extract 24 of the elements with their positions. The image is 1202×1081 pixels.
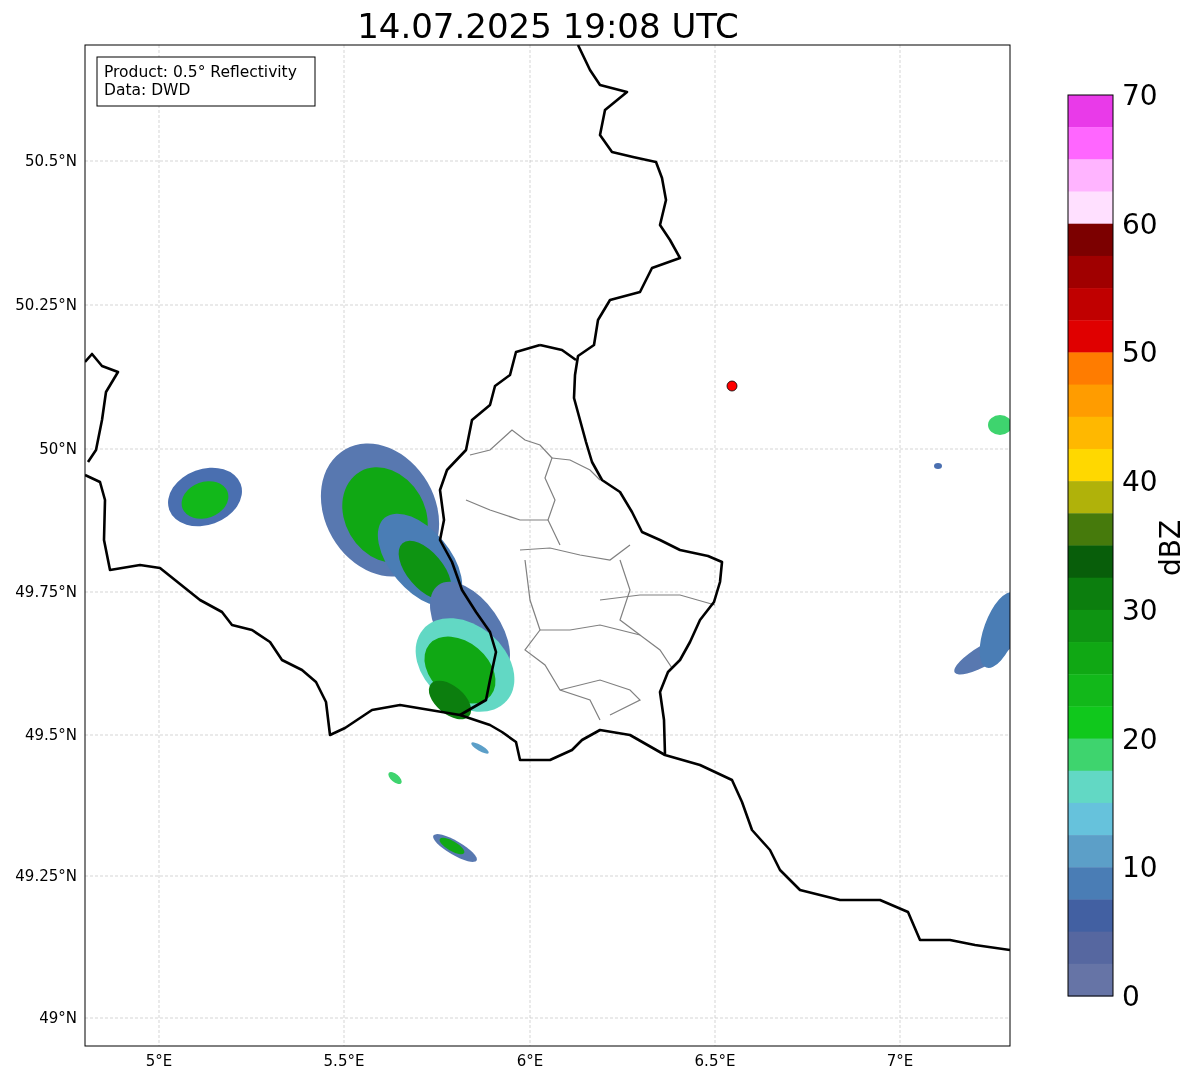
latitude-label: 49°N [39,1009,77,1027]
longitude-label: 6.5°E [694,1052,736,1070]
colorbar-label: dBZ [1154,519,1187,577]
colorbar-tick-label: 70 [1122,79,1158,112]
legend-text: Data: DWD [104,81,191,99]
longitude-label: 6°E [516,1052,544,1070]
latitude-label: 50.25°N [15,296,77,314]
latitude-label: 49.25°N [15,867,77,885]
colorbar-tick-label: 50 [1122,336,1158,370]
colorbar-tick-label: 30 [1122,593,1158,627]
legend-text: Product: 0.5° Reflectivity [104,63,297,81]
latitude-label: 49.75°N [15,583,77,601]
longitude-label: 7°E [886,1052,914,1070]
latitude-label: 50°N [39,440,77,458]
latitude-label: 49.5°N [24,726,77,744]
colorbar-tick-label: 60 [1122,207,1158,241]
colorbar-tick-label: 0 [1122,980,1140,1013]
colorbar-tick-label: 40 [1122,465,1158,499]
longitude-label: 5°E [145,1052,173,1070]
longitude-label: 5.5°E [323,1052,365,1070]
colorbar-tick-label: 10 [1122,851,1158,885]
chart-title: 14.07.2025 19:08 UTC [357,6,739,46]
latitude-label: 50.5°N [24,152,77,170]
colorbar-tick-label: 20 [1122,722,1158,756]
